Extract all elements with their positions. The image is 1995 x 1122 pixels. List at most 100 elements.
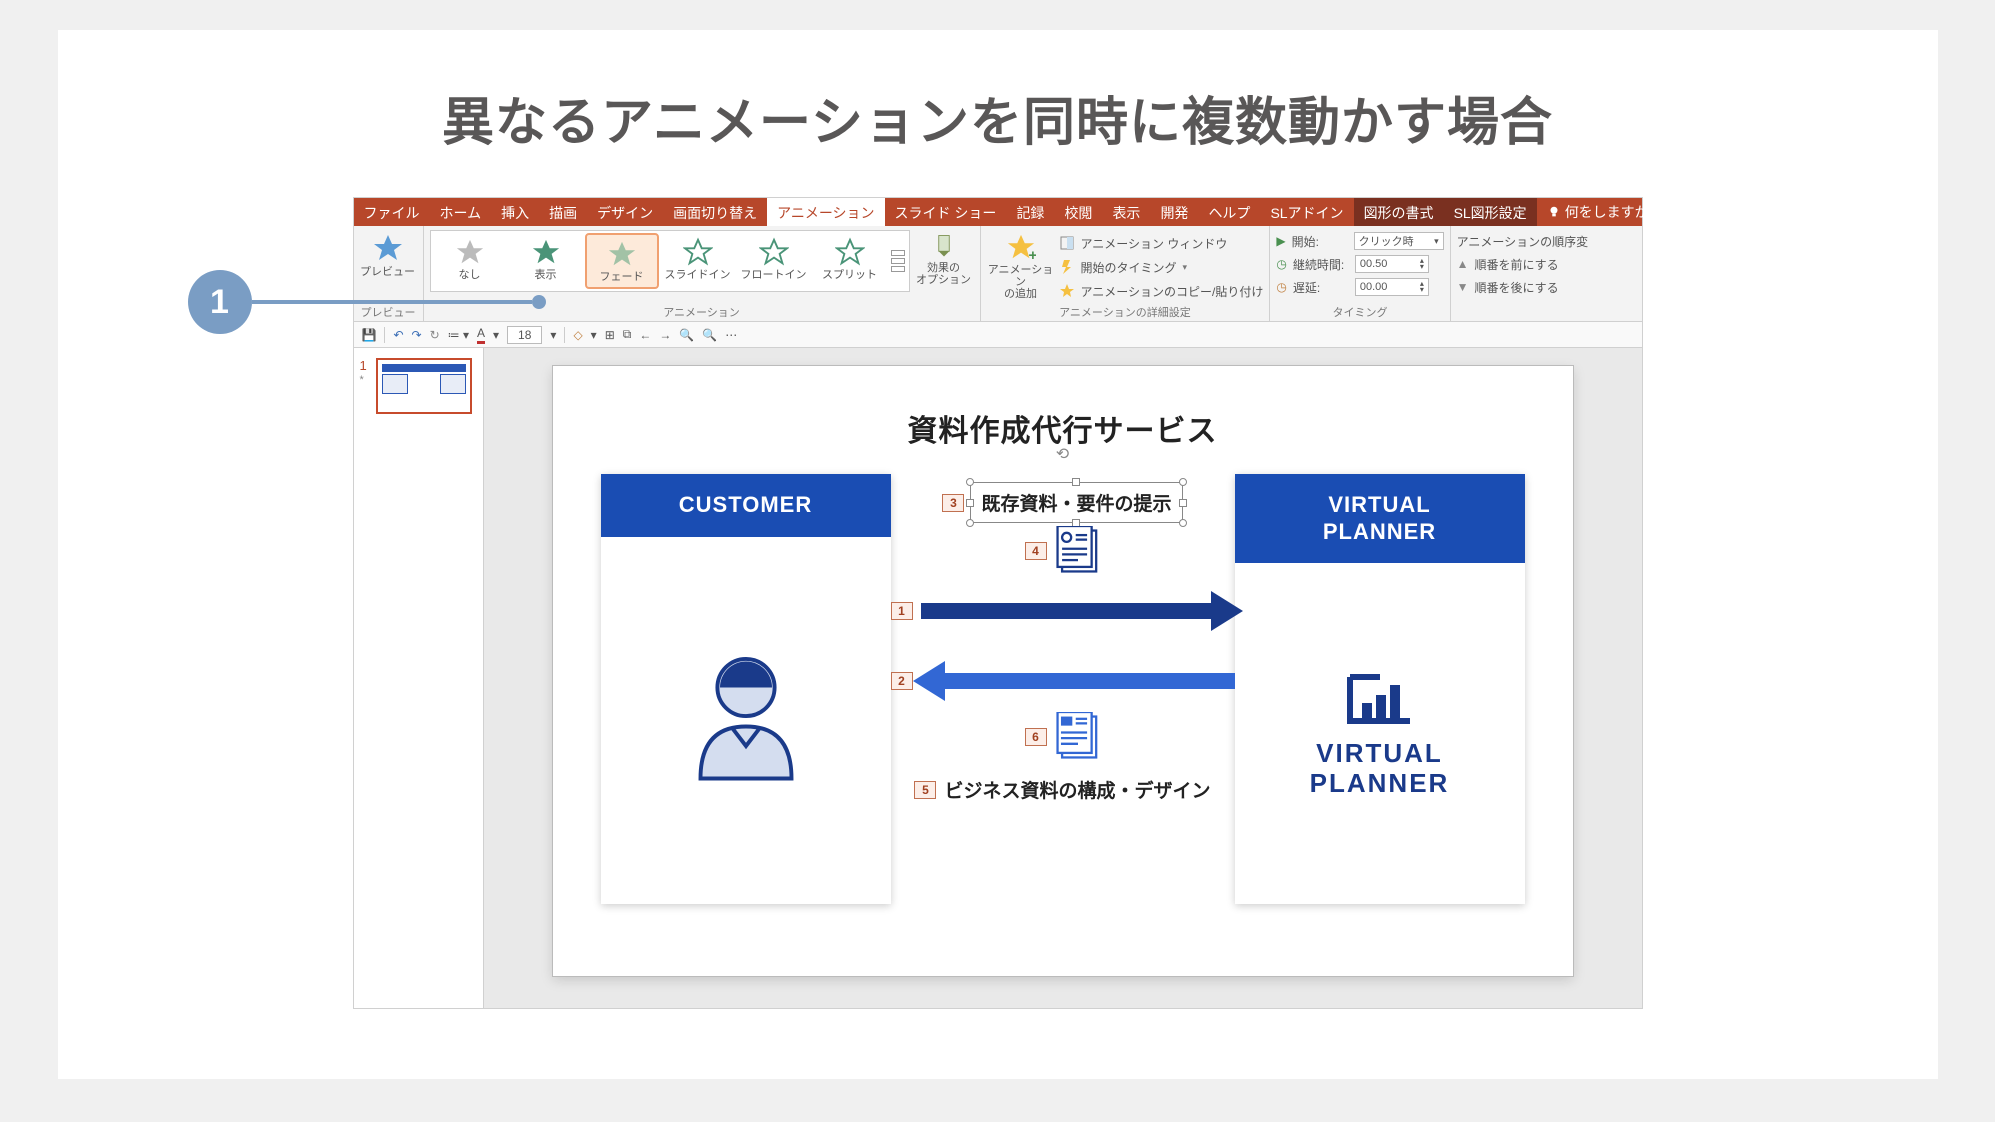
tell-me-search[interactable]: 何をしますか <box>1537 198 1659 226</box>
chevron-down-icon: ▾ <box>1434 236 1439 247</box>
callout-line <box>252 300 532 304</box>
tab-review[interactable]: 校閲 <box>1054 198 1102 226</box>
duration-label: 継続時間: <box>1293 256 1349 273</box>
arrow-right-icon[interactable]: → <box>659 328 671 342</box>
vp-card-body: VIRTUAL PLANNER <box>1235 563 1525 904</box>
clock-icon: ◷ <box>1276 257 1286 271</box>
tab-sl-addin[interactable]: SLアドイン <box>1260 198 1353 226</box>
tab-shape-format[interactable]: 図形の書式 <box>1354 198 1444 226</box>
group-icon[interactable]: ⧉ <box>623 327 632 342</box>
gallery-expand[interactable] <box>889 233 907 289</box>
start-row: ▶ 開始: クリック時 ▾ <box>1276 230 1443 252</box>
star-preview-icon <box>372 232 404 264</box>
animation-pane-label: アニメーション ウィンドウ <box>1081 235 1228 252</box>
star-appear-icon <box>531 237 561 267</box>
move-earlier-button[interactable]: ▲ 順番を前にする <box>1457 253 1589 275</box>
ribbon-group-reorder: アニメーションの順序変 ▲ 順番を前にする ▼ 順番を後にする <box>1451 226 1595 321</box>
anim-slidein[interactable]: スライドイン <box>661 233 735 289</box>
timing-group-label: タイミング <box>1276 302 1443 320</box>
person-icon <box>681 645 811 795</box>
star-split-icon <box>835 237 865 267</box>
star-slidein-icon <box>683 237 713 267</box>
animation-tag-3[interactable]: 3 <box>942 494 964 512</box>
delay-input[interactable]: 00.00 ▴▾ <box>1355 278 1429 296</box>
selection-handle[interactable] <box>1179 519 1187 527</box>
animation-tag-4[interactable]: 4 <box>1025 542 1047 560</box>
animation-tag-6[interactable]: 6 <box>1025 728 1047 746</box>
tab-help[interactable]: ヘルプ <box>1198 198 1260 226</box>
tab-developer[interactable]: 開発 <box>1150 198 1198 226</box>
animation-painter-button[interactable]: アニメーションのコピー/貼り付け <box>1059 280 1264 302</box>
animation-tag-2[interactable]: 2 <box>891 672 913 690</box>
delay-label: 遅延: <box>1293 279 1349 296</box>
start-select[interactable]: クリック時 ▾ <box>1354 232 1444 250</box>
star-none-icon <box>455 237 485 267</box>
animation-tag-5[interactable]: 5 <box>914 781 936 799</box>
selected-textbox-top[interactable]: 既存資料・要件の提示 <box>970 482 1182 523</box>
ribbon-tabs: ファイル ホーム 挿入 描画 デザイン 画面切り替え アニメーション スライド … <box>354 198 1642 226</box>
selection-handle[interactable] <box>966 499 974 507</box>
reorder-group-label <box>1457 318 1589 320</box>
animation-tag-1[interactable]: 1 <box>891 602 913 620</box>
anim-split-label: スプリット <box>822 269 877 281</box>
vp-logo-line1: VIRTUAL <box>1310 739 1450 769</box>
slide-canvas-area[interactable]: 資料作成代行サービス CUSTOMER <box>484 348 1642 1008</box>
quick-access-toolbar: 💾 ↶ ↷ ↻ ≔ ▾ A▾ 18▾ ◇▾ ⊞ ⧉ ← → 🔍 🔍 ⋯ <box>354 322 1642 348</box>
painter-icon <box>1059 283 1075 299</box>
align-icon[interactable]: ⊞ <box>605 328 615 342</box>
thumb-number: 1 <box>360 358 372 374</box>
move-later-button[interactable]: ▼ 順番を後にする <box>1457 276 1589 298</box>
shape-fill-icon[interactable]: ◇ <box>573 328 582 342</box>
effect-options-icon <box>930 232 958 260</box>
tab-file[interactable]: ファイル <box>354 198 430 226</box>
anim-floatin[interactable]: フロートイン <box>737 233 811 289</box>
selection-handle[interactable] <box>1179 499 1187 507</box>
arrow-down-icon: ▼ <box>1457 280 1469 294</box>
page-title: 異なるアニメーションを同時に複数動かす場合 <box>118 80 1878 155</box>
anim-floatin-label: フロートイン <box>741 269 807 281</box>
customer-card-body <box>601 537 891 905</box>
tab-view[interactable]: 表示 <box>1102 198 1150 226</box>
anim-split[interactable]: スプリット <box>813 233 887 289</box>
clock-delay-icon: ◷ <box>1276 280 1286 294</box>
duration-input[interactable]: 00.50 ▴▾ <box>1355 255 1429 273</box>
tab-draw[interactable]: 描画 <box>539 198 587 226</box>
tab-sl-shape-settings[interactable]: SL図形設定 <box>1444 198 1537 226</box>
ribbon-group-timing: ▶ 開始: クリック時 ▾ ◷ 継続時間: 00.50 <box>1270 226 1450 321</box>
tab-record[interactable]: 記録 <box>1006 198 1054 226</box>
thumbnail-1[interactable]: 1 * <box>360 358 477 414</box>
star-fade-icon <box>607 239 637 269</box>
tab-slideshow[interactable]: スライド ショー <box>885 198 1007 226</box>
move-earlier-label: 順番を前にする <box>1474 256 1558 273</box>
tab-design[interactable]: デザイン <box>587 198 663 226</box>
zoom-in-icon[interactable]: 🔍 <box>679 328 694 342</box>
anim-fade-label: フェード <box>600 271 644 283</box>
anim-slidein-label: スライドイン <box>665 269 731 281</box>
vp-logo-line2: PLANNER <box>1310 769 1450 799</box>
effect-options-button[interactable]: 効果の オプション <box>914 230 974 288</box>
step-number-badge: 1 <box>188 270 252 334</box>
virtual-planner-card: VIRTUAL PLANNER <box>1235 474 1525 904</box>
rotation-handle-icon[interactable]: ⟲ <box>1056 444 1069 464</box>
tab-transitions[interactable]: 画面切り替え <box>663 198 767 226</box>
selection-handle[interactable] <box>1179 478 1187 486</box>
anim-fade[interactable]: フェード <box>585 233 659 289</box>
start-value: クリック時 <box>1359 233 1414 249</box>
qat-overflow[interactable]: ⋯ <box>725 328 737 342</box>
slide-content-row: CUSTOMER <box>601 474 1525 914</box>
tab-insert[interactable]: 挿入 <box>491 198 539 226</box>
arrow-left-icon[interactable]: ← <box>639 328 651 342</box>
selection-handle[interactable] <box>966 478 974 486</box>
trigger-button[interactable]: 開始のタイミング ▾ <box>1059 256 1264 278</box>
vp-logo-text: VIRTUAL PLANNER <box>1310 739 1450 799</box>
tab-animations[interactable]: アニメーション <box>767 198 884 226</box>
add-animation-button[interactable]: + アニメーション の追加 <box>987 230 1055 302</box>
selection-handle[interactable] <box>966 519 974 527</box>
selection-handle[interactable] <box>1072 478 1080 486</box>
tab-home[interactable]: ホーム <box>430 198 492 226</box>
animation-pane-button[interactable]: アニメーション ウィンドウ <box>1059 232 1264 254</box>
duration-row: ◷ 継続時間: 00.50 ▴▾ <box>1276 253 1443 275</box>
vp-header-line1: VIRTUAL <box>1243 492 1517 518</box>
document-top-icon <box>1055 526 1101 576</box>
zoom-out-icon[interactable]: 🔍 <box>702 328 717 342</box>
